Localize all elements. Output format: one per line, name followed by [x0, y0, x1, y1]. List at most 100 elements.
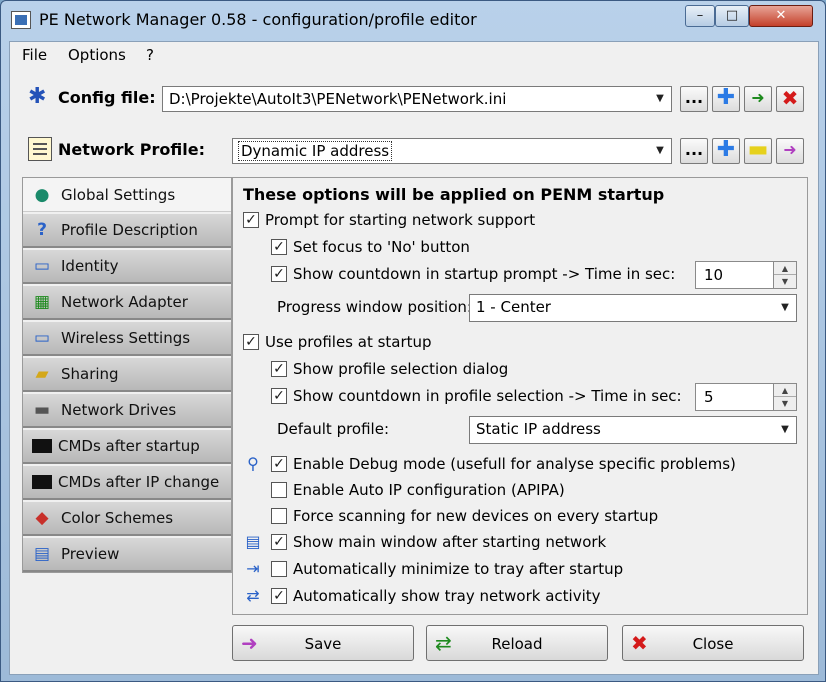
reload-button[interactable]: ⇄ Reload [426, 625, 608, 661]
config-add-button[interactable]: ✚ [712, 86, 740, 112]
settings-sidebar: ● Global Settings ? Profile Description ▭ I… [22, 177, 232, 573]
save-button[interactable]: ➜ Save [232, 625, 414, 661]
config-browse-button[interactable]: ... [680, 86, 708, 112]
sidebar-item-cmds-after-ip-change[interactable]: CMDs after IP change [23, 466, 231, 500]
countdown-profile-spinner[interactable]: ▲ ▼ [773, 383, 797, 411]
config-file-combo[interactable]: D:\Projekte\AutoIt3\PENetwork\PENetwork.… [162, 86, 672, 112]
progress-position-select[interactable]: 1 - Center ▼ [469, 294, 797, 322]
spin-down-icon[interactable]: ▼ [774, 275, 796, 288]
window-icon: ▤ [245, 532, 261, 551]
maximize-button[interactable]: □ [715, 5, 749, 27]
minus-icon: ▬ [747, 137, 769, 162]
sidebar-item-label: Network Drives [61, 401, 177, 419]
show-main-window-label: Show main window after starting network [293, 533, 607, 551]
close-label: Close [692, 635, 734, 653]
sidebar-item-label: CMDs after startup [58, 437, 200, 455]
auto-minimize-checkbox[interactable] [271, 561, 287, 577]
sidebar-item-network-adapter[interactable]: ▦ Network Adapter [23, 286, 231, 320]
sidebar-item-label: Global Settings [61, 185, 176, 204]
countdown-profile-checkbox[interactable]: ✓ [271, 388, 287, 404]
menu-file[interactable]: File [22, 46, 47, 64]
title-bar[interactable]: PE Network Manager 0.58 - configuration/… [1, 1, 825, 41]
sidebar-item-label: Wireless Settings [61, 329, 191, 347]
app-window: PE Network Manager 0.58 - configuration/… [0, 0, 826, 682]
prompt-start-label: Prompt for starting network support [265, 211, 536, 229]
auto-minimize-label: Automatically minimize to tray after sta… [293, 560, 624, 578]
console-icon [32, 439, 52, 453]
network-drive-icon: ▬ [33, 400, 51, 420]
auto-ip-label: Enable Auto IP configuration (APIPA) [293, 481, 565, 499]
sidebar-item-cmds-after-startup[interactable]: CMDs after startup [23, 430, 231, 464]
window-title: PE Network Manager 0.58 - configuration/… [39, 10, 477, 29]
force-scan-label: Force scanning for new devices on every … [293, 507, 659, 525]
chevron-down-icon[interactable]: ▼ [774, 417, 796, 443]
sidebar-item-label: Preview [61, 545, 120, 563]
menu-bar: File Options ? [10, 42, 818, 68]
sidebar-item-label: Color Schemes [61, 509, 174, 527]
default-profile-value: Static IP address [476, 420, 601, 438]
close-button[interactable]: ✖ Close [622, 625, 804, 661]
save-label: Save [304, 635, 342, 653]
profile-browse-button[interactable]: ... [680, 138, 708, 164]
sidebar-item-profile-description[interactable]: ? Profile Description [23, 214, 231, 248]
config-file-value: D:\Projekte\AutoIt3\PENetwork\PENetwork.… [169, 90, 507, 108]
sidebar-item-preview[interactable]: ▤ Preview [23, 538, 231, 572]
chevron-down-icon[interactable]: ▼ [649, 87, 671, 111]
sidebar-item-label: Profile Description [61, 221, 198, 239]
plus-icon: ✚ [716, 85, 736, 110]
set-focus-no-label: Set focus to 'No' button [293, 238, 470, 256]
spin-up-icon[interactable]: ▲ [774, 384, 796, 397]
menu-options[interactable]: Options [68, 46, 126, 64]
debug-icon: ⚲ [247, 454, 259, 473]
progress-position-value: 1 - Center [476, 298, 551, 316]
debug-mode-checkbox[interactable]: ✓ [271, 456, 287, 472]
tray-network-icon: ⇄ [246, 586, 260, 605]
sidebar-item-wireless-settings[interactable]: ▭ Wireless Settings [23, 322, 231, 356]
globe-icon: ● [34, 184, 50, 205]
sidebar-item-identity[interactable]: ▭ Identity [23, 250, 231, 284]
sidebar-item-label: Network Adapter [61, 293, 188, 311]
tray-activity-label: Automatically show tray network activity [293, 587, 601, 605]
monitor-icon: ▭ [33, 256, 51, 276]
spin-up-icon[interactable]: ▲ [774, 262, 796, 275]
auto-ip-checkbox[interactable] [271, 482, 287, 498]
menu-help[interactable]: ? [146, 46, 154, 64]
chevron-down-icon[interactable]: ▼ [649, 139, 671, 163]
progress-position-label: Progress window position: [277, 298, 472, 316]
sidebar-item-global-settings[interactable]: ● Global Settings [23, 178, 231, 212]
use-profiles-checkbox[interactable]: ✓ [243, 334, 259, 350]
profile-next-button[interactable]: ➜ [776, 138, 804, 164]
config-delete-button[interactable]: ✖ [776, 86, 804, 112]
network-card-icon: ▦ [33, 292, 51, 312]
profile-remove-button[interactable]: ▬ [744, 138, 772, 164]
app-icon [11, 11, 31, 29]
folder-share-icon: ▰ [35, 364, 49, 384]
default-profile-label: Default profile: [277, 420, 390, 438]
debug-mode-label: Enable Debug mode (usefull for analyse s… [293, 455, 736, 473]
default-profile-select[interactable]: Static IP address ▼ [469, 416, 797, 444]
reload-label: Reload [491, 635, 543, 653]
countdown-startup-checkbox[interactable]: ✓ [271, 266, 287, 282]
preview-icon: ▤ [33, 544, 51, 564]
prompt-start-checkbox[interactable]: ✓ [243, 212, 259, 228]
force-scan-checkbox[interactable] [271, 508, 287, 524]
sidebar-item-color-schemes[interactable]: ◆ Color Schemes [23, 502, 231, 536]
countdown-startup-spinner[interactable]: ▲ ▼ [773, 261, 797, 289]
show-profile-dialog-checkbox[interactable]: ✓ [271, 361, 287, 377]
countdown-startup-label: Show countdown in startup prompt -> Time… [293, 265, 676, 283]
sidebar-item-network-drives[interactable]: ▬ Network Drives [23, 394, 231, 428]
countdown-profile-label: Show countdown in profile selection -> T… [293, 387, 682, 405]
sidebar-item-sharing[interactable]: ▰ Sharing [23, 358, 231, 392]
network-profile-combo[interactable]: Dynamic IP address ▼ [232, 138, 672, 164]
chevron-down-icon[interactable]: ▼ [774, 295, 796, 321]
close-window-button[interactable]: ✕ [749, 5, 813, 27]
set-focus-no-checkbox[interactable]: ✓ [271, 239, 287, 255]
profile-add-button[interactable]: ✚ [712, 138, 740, 164]
tray-activity-checkbox[interactable]: ✓ [271, 588, 287, 604]
show-main-window-checkbox[interactable]: ✓ [271, 534, 287, 550]
minimize-button[interactable]: – [685, 5, 715, 27]
question-icon: ? [37, 220, 47, 240]
clipboard-icon [28, 137, 52, 161]
spin-down-icon[interactable]: ▼ [774, 397, 796, 410]
config-open-button[interactable]: ➜ [744, 86, 772, 112]
